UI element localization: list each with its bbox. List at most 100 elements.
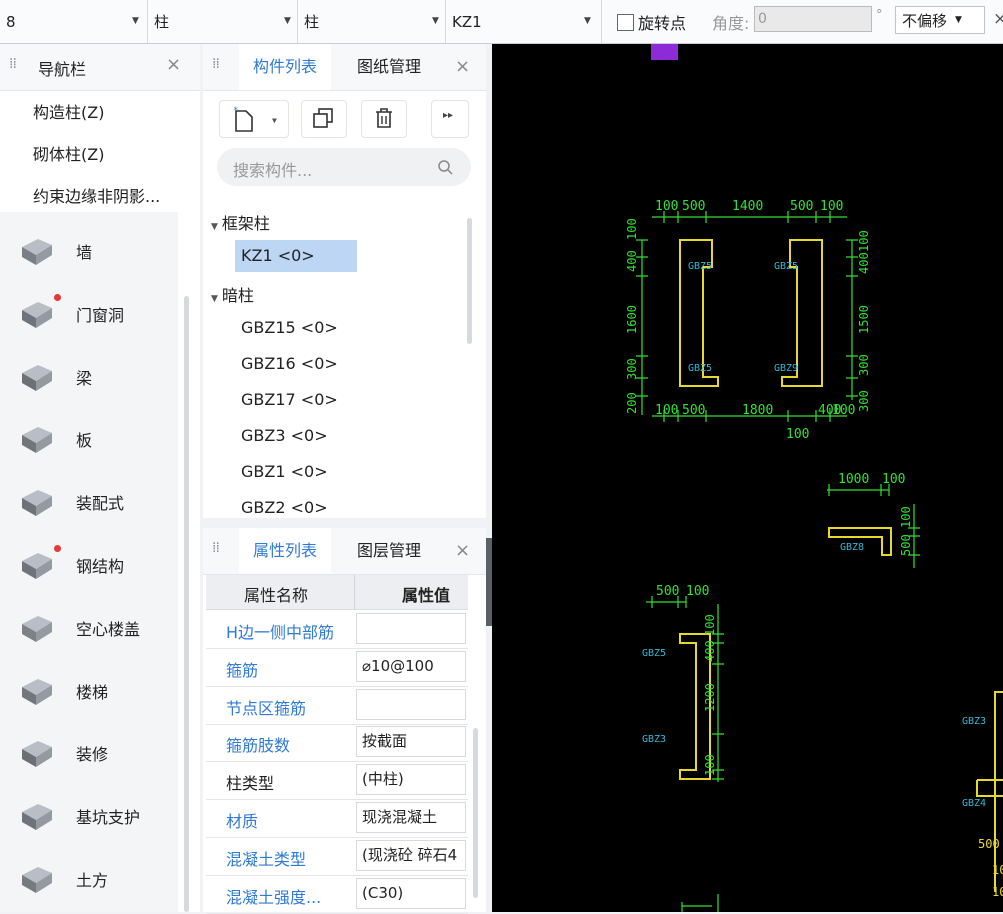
property-table-header: 属性名称 属性值 bbox=[206, 575, 468, 610]
notification-badge bbox=[54, 293, 61, 301]
sidebar-item-stairs[interactable]: 楼梯 bbox=[0, 660, 178, 722]
svg-text:GBZ5: GBZ5 bbox=[688, 363, 712, 374]
sidebar-item-door-window[interactable]: 门窗洞 bbox=[0, 283, 178, 345]
tab-layer-management[interactable]: 图层管理 bbox=[343, 528, 435, 574]
angle-input[interactable]: 0 bbox=[754, 6, 872, 32]
earthwork-icon bbox=[16, 861, 56, 897]
tab-drawing-management[interactable]: 图纸管理 bbox=[343, 44, 435, 90]
svg-text:100: 100 bbox=[882, 472, 905, 487]
new-component-button[interactable]: * ▼ bbox=[219, 100, 289, 138]
nav-scrollbar[interactable] bbox=[184, 296, 189, 912]
sidebar-item-prefab[interactable]: 装配式 bbox=[0, 471, 178, 533]
component-search-input[interactable]: 搜索构件... bbox=[217, 148, 471, 186]
nav-sub-item[interactable]: 约束边缘非阴影... bbox=[33, 183, 160, 207]
property-value-field[interactable]: 现浇混凝土 bbox=[356, 802, 466, 833]
property-value-field[interactable] bbox=[356, 688, 466, 720]
nav-sub-item[interactable]: 构造柱(Z) bbox=[33, 99, 104, 123]
svg-text:300: 300 bbox=[857, 390, 871, 412]
svg-text:200: 200 bbox=[625, 392, 639, 414]
property-name: 箍筋肢数 bbox=[226, 736, 291, 756]
component-panel-header: ⁞⁞ 构件列表 图纸管理 × bbox=[203, 44, 486, 91]
angle-label: 角度: bbox=[712, 14, 750, 33]
property-name: 混凝土强度... bbox=[226, 887, 322, 907]
subtype-value: 柱 bbox=[304, 13, 320, 31]
svg-text:400: 400 bbox=[625, 250, 639, 272]
sidebar-item-slab[interactable]: 板 bbox=[0, 408, 178, 470]
close-icon[interactable]: × bbox=[455, 56, 470, 77]
more-actions-button[interactable]: ▸▸ bbox=[431, 100, 469, 138]
degree-symbol: ° bbox=[876, 8, 883, 23]
nav-category-list: 墙门窗洞梁板装配式钢结构空心楼盖 楼梯 装修 基坑支护 土方 bbox=[0, 212, 178, 912]
nav-sub-item[interactable]: 砌体柱(Z) bbox=[33, 141, 104, 165]
property-name: 箍筋 bbox=[226, 660, 259, 680]
svg-text:1400: 1400 bbox=[732, 199, 763, 214]
svg-text:400: 400 bbox=[703, 640, 717, 662]
rotate-point-toggle[interactable]: 旋转点 bbox=[617, 10, 686, 34]
property-row: 节点区箍筋 bbox=[206, 686, 468, 725]
chevron-down-icon: ▼ bbox=[432, 16, 439, 26]
tree-item[interactable]: GBZ15 <0> bbox=[235, 312, 357, 344]
tab-property-list[interactable]: 属性列表 bbox=[239, 528, 332, 574]
sidebar-item-hollow-floor[interactable]: 空心楼盖 bbox=[0, 597, 178, 659]
svg-text:1200: 1200 bbox=[703, 683, 717, 712]
rotate-point-checkbox[interactable] bbox=[617, 13, 634, 31]
tree-group[interactable]: ▼ 暗柱 bbox=[211, 282, 254, 306]
copy-icon bbox=[313, 108, 333, 128]
property-row: H边一侧中部筋 bbox=[206, 610, 468, 649]
category-select[interactable]: 柱 ▼ bbox=[148, 0, 298, 43]
tree-item[interactable]: KZ1 <0> bbox=[235, 240, 357, 272]
svg-text:500: 500 bbox=[978, 837, 1000, 851]
sidebar-item-steel[interactable]: 钢结构 bbox=[0, 534, 178, 596]
property-value-field[interactable]: (现浇砼 碎石4 bbox=[356, 839, 466, 871]
property-value-field[interactable]: (中柱) bbox=[356, 764, 466, 796]
trash-icon bbox=[376, 108, 392, 128]
tree-item[interactable]: GBZ1 <0> bbox=[235, 456, 357, 488]
svg-text:GBZ3: GBZ3 bbox=[962, 716, 986, 727]
close-icon[interactable]: × bbox=[166, 54, 181, 75]
sidebar-item-beam[interactable]: 梁 bbox=[0, 346, 178, 408]
property-value-field[interactable]: ⌀10@100 bbox=[356, 650, 466, 682]
close-icon[interactable]: × bbox=[455, 540, 470, 561]
category-value: 柱 bbox=[154, 13, 170, 31]
sidebar-item-label: 钢结构 bbox=[76, 557, 125, 576]
sidebar-item-wall[interactable]: 墙 bbox=[0, 220, 178, 282]
cad-drawing-canvas[interactable]: 100 500 1400 500 100 100 500 1800 400 10… bbox=[492, 44, 1003, 912]
tree-group[interactable]: ▼ 框架柱 bbox=[211, 210, 270, 234]
svg-text:100: 100 bbox=[899, 506, 913, 528]
chevron-down-icon: ▼ bbox=[132, 16, 139, 26]
property-scrollbar[interactable] bbox=[473, 728, 478, 898]
property-value-field[interactable]: 按截面 bbox=[356, 726, 466, 758]
delete-component-button[interactable] bbox=[361, 100, 407, 138]
sidebar-item-foundation-pit[interactable]: 基坑支护 bbox=[0, 785, 178, 847]
copy-component-button[interactable] bbox=[301, 100, 347, 138]
property-panel-header: ⁞⁞ 属性列表 图层管理 × bbox=[203, 528, 486, 575]
component-select[interactable]: KZ1 ▼ bbox=[446, 0, 602, 43]
floor-value: 8 bbox=[6, 12, 16, 31]
property-name: 节点区箍筋 bbox=[226, 698, 307, 718]
drag-handle-icon[interactable]: ⁞⁞ bbox=[9, 56, 17, 72]
svg-text:GBZ9: GBZ9 bbox=[774, 363, 798, 374]
sidebar-item-earthwork[interactable]: 土方 bbox=[0, 848, 178, 910]
sidebar-item-label: 板 bbox=[76, 431, 93, 451]
svg-text:500: 500 bbox=[790, 199, 813, 214]
drag-handle-icon[interactable]: ⁞⁞ bbox=[212, 540, 220, 556]
steel-icon bbox=[16, 545, 61, 583]
close-icon[interactable]: × bbox=[993, 9, 1003, 29]
tree-scrollbar[interactable] bbox=[467, 218, 472, 344]
property-value-field[interactable] bbox=[356, 613, 466, 644]
svg-text:500: 500 bbox=[899, 534, 913, 556]
sidebar-item-decoration[interactable]: 装修 bbox=[0, 722, 178, 784]
tree-item[interactable]: GBZ16 <0> bbox=[235, 348, 357, 380]
tree-item[interactable]: GBZ17 <0> bbox=[235, 384, 357, 416]
nav-title: 导航栏 bbox=[38, 60, 87, 79]
tree-item[interactable]: GBZ2 <0> bbox=[235, 492, 357, 524]
svg-text:100: 100 bbox=[832, 403, 855, 418]
floor-select[interactable]: 8 ▼ bbox=[0, 0, 148, 43]
subtype-select[interactable]: 柱 ▼ bbox=[298, 0, 446, 43]
tree-item[interactable]: GBZ3 <0> bbox=[235, 420, 357, 452]
offset-select[interactable]: 不偏移 ▼ bbox=[895, 6, 985, 34]
drag-handle-icon[interactable]: ⁞⁞ bbox=[212, 56, 220, 72]
origin-marker bbox=[651, 44, 678, 60]
tab-component-list[interactable]: 构件列表 bbox=[239, 44, 332, 90]
property-value-field[interactable]: (C30) bbox=[356, 877, 466, 909]
